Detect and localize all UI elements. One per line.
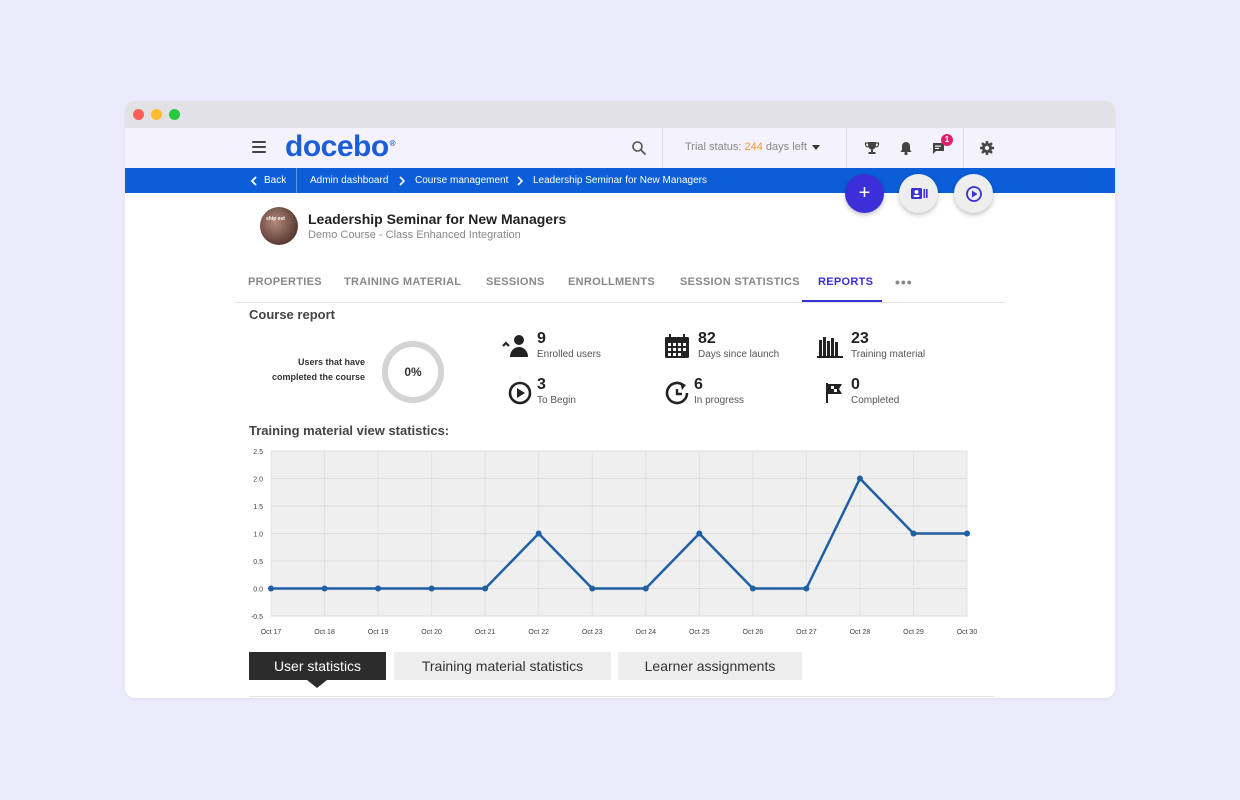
chevron-right-icon — [399, 176, 405, 186]
data-point — [964, 530, 970, 537]
y-tick-label: 2.5 — [253, 449, 263, 456]
data-point — [482, 585, 489, 592]
data-point — [856, 475, 863, 482]
breadcrumb-current-course: Leadership Seminar for New Managers — [533, 175, 707, 186]
calendar-icon — [665, 334, 689, 358]
search-icon[interactable] — [631, 140, 647, 156]
active-tab-indicator — [802, 300, 882, 302]
x-tick-label: Oct 24 — [635, 629, 656, 636]
course-report-title: Course report — [249, 307, 335, 322]
user-check-icon — [502, 335, 528, 357]
tab-properties[interactable]: PROPERTIES — [248, 276, 322, 288]
data-point — [696, 530, 703, 537]
data-point — [321, 585, 328, 592]
chart-title: Training material view statistics: — [249, 423, 450, 438]
data-point — [375, 585, 382, 592]
course-subtitle: Demo Course - Class Enhanced Integration — [308, 229, 521, 241]
trial-status-dropdown[interactable]: Trial status: 244 days left — [685, 141, 820, 153]
data-point — [749, 585, 756, 592]
completion-donut: 0% — [382, 341, 444, 403]
bell-icon[interactable] — [898, 140, 914, 156]
completion-label: Users that have completed the course — [271, 357, 365, 382]
breadcrumb-course-management[interactable]: Course management — [415, 175, 508, 186]
x-tick-label: Oct 23 — [582, 629, 603, 636]
divider — [662, 128, 663, 168]
y-tick-label: 1.5 — [253, 504, 263, 511]
y-tick-label: 0.0 — [253, 587, 263, 594]
trophy-icon[interactable] — [864, 140, 880, 156]
top-header: docebo® Trial status: 244 days left 1 — [125, 128, 1115, 168]
caret-down-icon — [811, 144, 820, 150]
window-titlebar — [125, 101, 1115, 128]
flag-icon — [826, 383, 842, 403]
y-tick-label: 2.0 — [253, 477, 263, 484]
id-card-icon — [910, 187, 928, 199]
x-tick-label: Oct 21 — [475, 629, 496, 636]
course-thumbnail: ship eet — [260, 207, 298, 245]
course-tabs: PROPERTIES TRAINING MATERIAL SESSIONS EN… — [235, 264, 1005, 303]
x-tick-label: Oct 20 — [421, 629, 442, 636]
divider — [249, 696, 995, 697]
divider — [296, 168, 297, 193]
tab-training-material-statistics[interactable]: Training material statistics — [394, 652, 611, 680]
data-point — [428, 585, 435, 592]
tab-user-statistics[interactable]: User statistics — [249, 652, 386, 688]
x-tick-label: Oct 25 — [689, 629, 710, 636]
add-button[interactable]: + — [845, 174, 884, 213]
maximize-window-button[interactable] — [169, 109, 180, 120]
gear-icon[interactable] — [979, 140, 995, 156]
course-title: Leadership Seminar for New Managers — [308, 211, 567, 227]
data-point — [642, 585, 649, 592]
notification-badge: 1 — [941, 134, 953, 146]
tab-session-statistics[interactable]: SESSION STATISTICS — [680, 276, 800, 288]
tab-reports[interactable]: REPORTS — [818, 276, 873, 288]
back-link[interactable]: Back — [264, 175, 286, 186]
x-tick-label: Oct 18 — [314, 629, 335, 636]
y-tick-label: -0.5 — [251, 614, 263, 621]
x-tick-label: Oct 26 — [743, 629, 764, 636]
divider — [963, 128, 964, 168]
y-tick-label: 1.0 — [253, 532, 263, 539]
data-point — [589, 585, 596, 592]
docebo-logo[interactable]: docebo® — [285, 130, 396, 164]
menu-icon[interactable] — [252, 141, 266, 153]
x-tick-label: Oct 29 — [903, 629, 924, 636]
minimize-window-button[interactable] — [151, 109, 162, 120]
play-course-button[interactable] — [954, 174, 993, 213]
data-point — [803, 585, 810, 592]
divider — [846, 128, 847, 168]
x-tick-label: Oct 30 — [957, 629, 978, 636]
y-tick-label: 0.5 — [253, 559, 263, 566]
plus-icon: + — [858, 182, 871, 204]
x-tick-label: Oct 19 — [368, 629, 389, 636]
x-tick-label: Oct 22 — [528, 629, 549, 636]
browser-window: docebo® Trial status: 244 days left 1 Ba… — [125, 101, 1115, 698]
data-point — [535, 530, 542, 537]
data-point — [910, 530, 917, 537]
tab-enrollments[interactable]: ENROLLMENTS — [568, 276, 655, 288]
line-chart: 2.5 2.0 1.5 1.0 0.5 0.0 -0.5 Oct 17 Oct 18 Oct 19… — [251, 449, 978, 636]
chart-container: 2.5 2.0 1.5 1.0 0.5 0.0 -0.5 Oct 17 Oct 18 Oct 19… — [245, 443, 985, 643]
x-tick-label: Oct 28 — [850, 629, 871, 636]
course-card-button[interactable] — [899, 174, 938, 213]
close-window-button[interactable] — [133, 109, 144, 120]
books-icon — [817, 337, 843, 358]
chevron-left-icon — [250, 176, 257, 186]
chevron-right-icon — [517, 176, 523, 186]
more-tabs-icon[interactable]: ••• — [895, 274, 913, 290]
x-tick-label: Oct 27 — [796, 629, 817, 636]
tab-sessions[interactable]: SESSIONS — [486, 276, 545, 288]
play-circle-icon — [508, 381, 532, 405]
tab-training-material[interactable]: TRAINING MATERIAL — [344, 276, 461, 288]
tab-learner-assignments[interactable]: Learner assignments — [618, 652, 802, 680]
data-point — [268, 585, 274, 592]
play-circle-icon — [965, 185, 982, 202]
x-tick-label: Oct 17 — [261, 629, 282, 636]
breadcrumb-admin-dashboard[interactable]: Admin dashboard — [310, 175, 388, 186]
progress-refresh-icon — [665, 381, 689, 405]
